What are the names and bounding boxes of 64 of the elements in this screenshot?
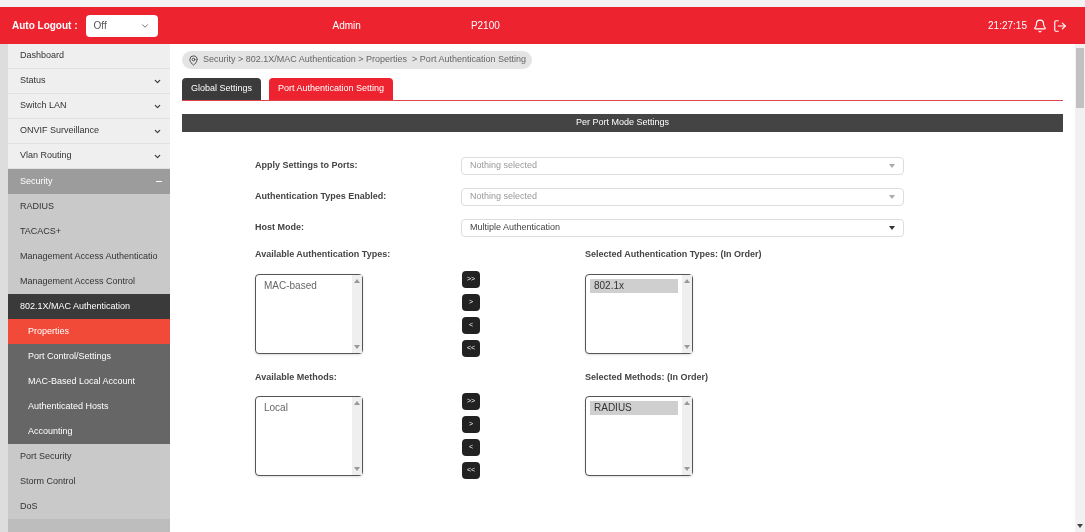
notification-icon[interactable] (1033, 18, 1047, 33)
sidebar-item[interactable]: RADIUS (8, 194, 170, 219)
caret-icon (889, 226, 895, 230)
sidebar-item[interactable]: Storm Control (8, 469, 170, 494)
sidebar-item[interactable]: 802.1X/MAC Authentication (8, 294, 170, 319)
scroll-down-icon (354, 344, 360, 349)
location-icon (188, 54, 199, 66)
dropdown-field[interactable]: Multiple Authentication (461, 219, 904, 237)
tab[interactable]: Global Settings (182, 78, 262, 100)
field-label: Host Mode: (255, 221, 305, 235)
scroll-up-icon (354, 278, 360, 283)
caret-icon (889, 164, 895, 168)
scrollbar[interactable] (352, 397, 362, 475)
sidebar-item[interactable]: Properties (8, 319, 170, 344)
sidebar-item[interactable]: Accounting (8, 419, 170, 444)
list-box[interactable]: RADIUS (585, 396, 693, 476)
sidebar-item[interactable]: MAC-Based Local Account (8, 369, 170, 394)
list-label: Available Authentication Types: (255, 248, 392, 261)
sidebar-item[interactable]: Dashboard (8, 44, 170, 69)
user-name: Admin (332, 19, 361, 33)
sidebar-item[interactable]: DoS (8, 494, 170, 519)
scroll-up-icon (354, 401, 360, 405)
list-box[interactable]: MAC-based (255, 273, 363, 354)
auto-logout-select[interactable]: Off (85, 14, 158, 37)
sidebar-item[interactable]: Management Access Authenticatio (8, 244, 170, 269)
list-option[interactable]: MAC-based (260, 278, 348, 293)
scrollbar[interactable] (682, 397, 692, 475)
list-label: Available Methods: (255, 370, 338, 384)
model-name: P2100 (470, 19, 500, 33)
list-label: Selected Authentication Types: (In Order) (585, 248, 762, 261)
scroll-up-icon (684, 278, 690, 283)
tab[interactable]: Port Authentication Setting (269, 78, 394, 100)
section-header: Per Port Mode Settings (182, 114, 1063, 132)
auto-logout-label: Auto Logout : (12, 19, 78, 33)
sidebar-item[interactable]: Management Access Control (8, 269, 170, 294)
sidebar-item[interactable]: ONVIF Surveillance (8, 119, 170, 144)
scroll-thumb[interactable] (1076, 48, 1084, 108)
list-box[interactable]: 802.1x (585, 273, 693, 354)
sidebar-item[interactable]: Port Security (8, 444, 170, 469)
scroll-down-icon (1077, 524, 1083, 528)
clock: 21:27:15 (988, 19, 1027, 33)
scroll-down-icon (684, 467, 690, 471)
scrollbar[interactable] (682, 274, 692, 353)
sidebar-item[interactable]: Status (8, 69, 170, 94)
list-box[interactable]: Local (255, 396, 363, 476)
scroll-up-icon (684, 401, 690, 405)
breadcrumb: Security > 802.1X/MAC Authentication > Properties > Port Authentication Setting (182, 51, 532, 69)
logout-icon[interactable] (1053, 18, 1067, 33)
sidebar-item[interactable]: Port Control/Settings (8, 344, 170, 369)
field-label: Authentication Types Enabled: (255, 190, 388, 204)
sidebar-item[interactable]: TACACS+ (8, 219, 170, 244)
list-option[interactable]: 802.1x (590, 278, 678, 293)
sidebar-item[interactable]: Vlan Routing (8, 144, 170, 169)
caret-icon (889, 195, 895, 199)
list-option[interactable]: Local (260, 401, 348, 415)
list-label: Selected Methods: (In Order) (585, 370, 709, 384)
scroll-down-icon (684, 344, 690, 349)
list-option[interactable]: RADIUS (590, 401, 678, 415)
scrollbar[interactable] (352, 274, 362, 353)
page-scrollbar[interactable] (1075, 44, 1085, 532)
scroll-down-icon (354, 467, 360, 471)
sidebar-item[interactable]: Authenticated Hosts (8, 394, 170, 419)
field-label: Apply Settings to Ports: (255, 159, 359, 173)
sidebar-item[interactable]: Switch LAN (8, 94, 170, 119)
